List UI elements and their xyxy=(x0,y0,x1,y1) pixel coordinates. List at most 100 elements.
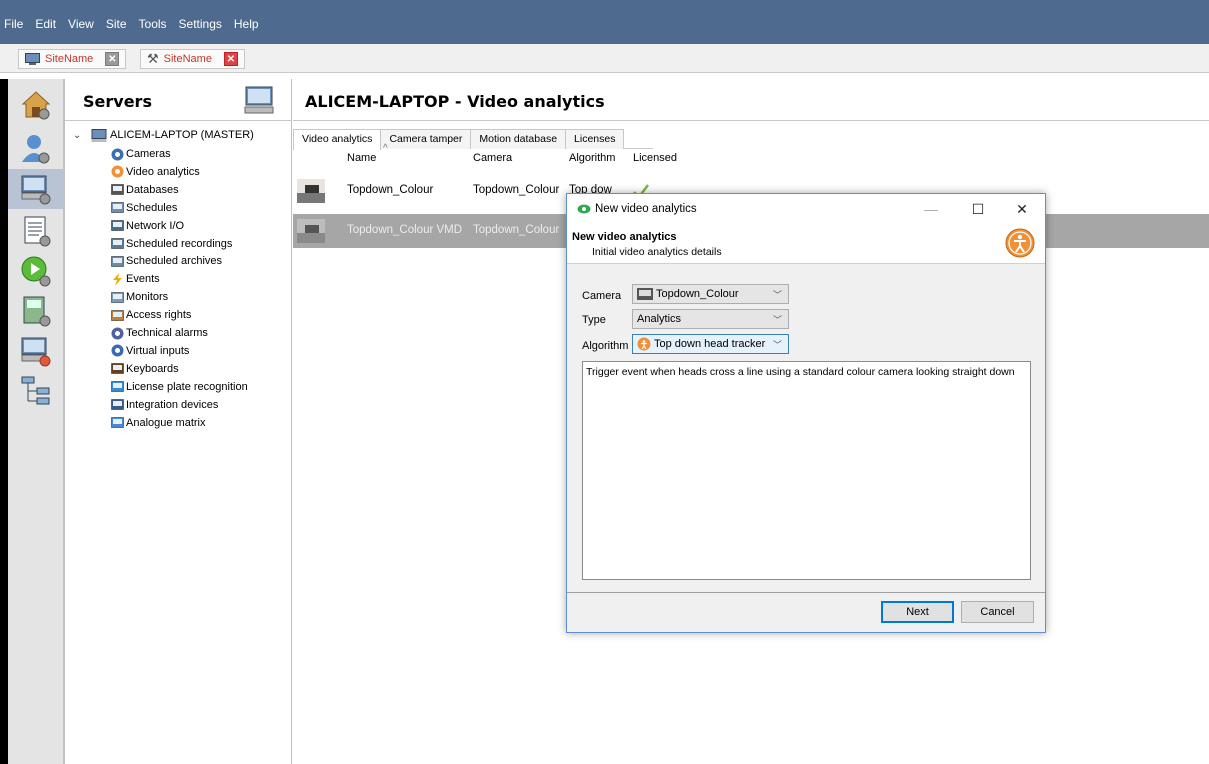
camera-thumbnail xyxy=(297,219,325,243)
camera-select[interactable]: Topdown_Colour ﹀ xyxy=(632,284,789,304)
chevron-down-icon: ﹀ xyxy=(772,340,782,350)
chevron-down-icon[interactable]: ⌄ xyxy=(73,130,87,141)
row-name: Topdown_Colour xyxy=(347,184,434,196)
dialog-heading: New video analytics xyxy=(572,231,677,243)
column-name[interactable]: Name xyxy=(347,152,376,164)
tree-item-label: Network I/O xyxy=(126,219,185,232)
servers-header: Servers xyxy=(65,79,291,121)
algorithm-label: Algorithm xyxy=(582,340,629,352)
tab-motion-database[interactable]: Motion database xyxy=(470,129,567,149)
site-tab-strip: SiteName ✕ ⚒ SiteName ✕ xyxy=(0,44,1209,73)
dialog-divider xyxy=(567,592,1045,593)
close-icon[interactable]: ✕ xyxy=(1013,200,1031,218)
dialog-subheading: Initial video analytics details xyxy=(592,246,722,258)
tree-item[interactable]: Analogue matrix xyxy=(111,414,206,432)
tree-item-label: Cameras xyxy=(126,148,171,160)
wrench-icon xyxy=(111,327,124,340)
page-title: ALICEM-LAPTOP - Video analytics xyxy=(305,92,605,111)
menu-view[interactable]: View xyxy=(62,16,100,32)
site-tab-1[interactable]: SiteName ✕ xyxy=(18,49,127,69)
column-licensed[interactable]: Licensed xyxy=(633,152,677,164)
algorithm-select[interactable]: Top down head tracker ﹀ xyxy=(632,334,789,354)
tab-video-analytics[interactable]: Video analytics xyxy=(293,129,382,150)
close-icon[interactable]: ✕ xyxy=(223,52,238,66)
home-settings-icon[interactable] xyxy=(14,85,58,125)
access-rights-icon xyxy=(111,309,124,322)
next-button[interactable]: Next xyxy=(881,601,954,623)
tab-camera-tamper[interactable]: Camera tamper xyxy=(380,129,472,149)
tab-licenses[interactable]: Licenses xyxy=(565,129,625,149)
tree-item[interactable]: Monitors xyxy=(111,288,168,306)
user-settings-icon[interactable] xyxy=(14,129,58,169)
type-label: Type xyxy=(582,314,606,326)
navigation-rail xyxy=(8,79,64,764)
tree-item[interactable]: Scheduled archives xyxy=(111,252,222,270)
type-select[interactable]: Analytics ﹀ xyxy=(632,309,789,329)
maximize-icon[interactable]: ☐ xyxy=(969,200,987,218)
eye-icon xyxy=(577,204,591,214)
menu-edit[interactable]: Edit xyxy=(29,16,62,32)
server-icon[interactable] xyxy=(243,85,277,115)
tree-item[interactable]: Scheduled recordings xyxy=(111,235,232,253)
tree-item[interactable]: Access rights xyxy=(111,306,191,324)
camera-value: Topdown_Colour xyxy=(656,288,739,300)
tree-item-label: Access rights xyxy=(126,309,192,322)
play-settings-icon[interactable] xyxy=(14,251,58,291)
tree-item-label: Integration devices xyxy=(126,398,219,411)
tree-item-label: Events xyxy=(126,273,160,286)
algorithm-value: Top down head tracker xyxy=(654,338,766,350)
sub-tab-bar: Video analytics Camera tamper Motion dat… xyxy=(293,129,653,150)
license-plate-icon xyxy=(111,380,124,393)
servers-icon[interactable] xyxy=(8,169,64,209)
tree-item[interactable]: Databases xyxy=(111,181,179,199)
column-camera[interactable]: Camera xyxy=(473,152,512,164)
analytics-person-icon xyxy=(111,165,124,178)
row-name: Topdown_Colour VMD xyxy=(347,224,463,236)
menu-bar: File Edit View Site Tools Settings Help xyxy=(0,0,1209,44)
chevron-down-icon: ﹀ xyxy=(772,315,782,325)
tree-item-label: Schedules xyxy=(126,201,178,214)
menu-settings[interactable]: Settings xyxy=(173,16,228,32)
tree-item[interactable]: Video analytics xyxy=(111,163,200,181)
sort-ascending-icon: ^ xyxy=(383,143,388,154)
monitor-icon xyxy=(25,53,40,65)
server-icon xyxy=(91,128,107,142)
tree-item[interactable]: Keyboards xyxy=(111,360,179,378)
report-icon[interactable] xyxy=(14,211,58,251)
tree-item-label: Scheduled archives xyxy=(126,255,223,268)
tree-item[interactable]: Technical alarms xyxy=(111,324,208,342)
tree-item[interactable]: Events xyxy=(111,270,160,288)
tree-item[interactable]: Integration devices xyxy=(111,396,218,414)
scheduled-recording-icon xyxy=(111,237,124,250)
tree-root-server[interactable]: ⌄ ALICEM-LAPTOP (MASTER) xyxy=(73,127,254,143)
menu-file[interactable]: File xyxy=(0,16,29,32)
cancel-button[interactable]: Cancel xyxy=(961,601,1034,623)
tree-item-label: Keyboards xyxy=(126,362,179,375)
device-settings-icon[interactable] xyxy=(14,291,58,331)
tree-item-label: License plate recognition xyxy=(126,380,248,393)
camera-thumbnail-icon xyxy=(637,288,653,300)
dialog-titlebar: New video analytics — ☐ ✕ xyxy=(567,194,1045,224)
menu-site[interactable]: Site xyxy=(100,16,133,32)
tree-item[interactable]: License plate recognition xyxy=(111,378,248,396)
tree-item[interactable]: Network I/O xyxy=(111,217,184,235)
network-diagram-icon[interactable] xyxy=(14,371,58,411)
site-tab-2[interactable]: ⚒ SiteName ✕ xyxy=(140,49,245,69)
site-tab-label: SiteName xyxy=(45,53,94,65)
tree-item[interactable]: Cameras xyxy=(111,145,171,163)
menu-help[interactable]: Help xyxy=(228,16,265,32)
tree-root-label: ALICEM-LAPTOP (MASTER) xyxy=(110,129,254,141)
analytics-person-icon xyxy=(637,337,651,351)
row-camera: Topdown_Colour xyxy=(473,224,560,236)
left-edge-bar xyxy=(0,79,8,764)
database-icon xyxy=(111,183,124,196)
tree-item[interactable]: Virtual inputs xyxy=(111,342,189,360)
server-alert-icon[interactable] xyxy=(14,331,58,371)
column-algorithm[interactable]: Algorithm xyxy=(569,152,615,164)
algorithm-description: Trigger event when heads cross a line us… xyxy=(582,361,1031,580)
tree-item-label: Databases xyxy=(126,183,179,196)
menu-tools[interactable]: Tools xyxy=(133,16,173,32)
minimize-icon[interactable]: — xyxy=(922,200,940,218)
close-icon[interactable]: ✕ xyxy=(105,52,120,66)
tree-item[interactable]: Schedules xyxy=(111,199,177,217)
